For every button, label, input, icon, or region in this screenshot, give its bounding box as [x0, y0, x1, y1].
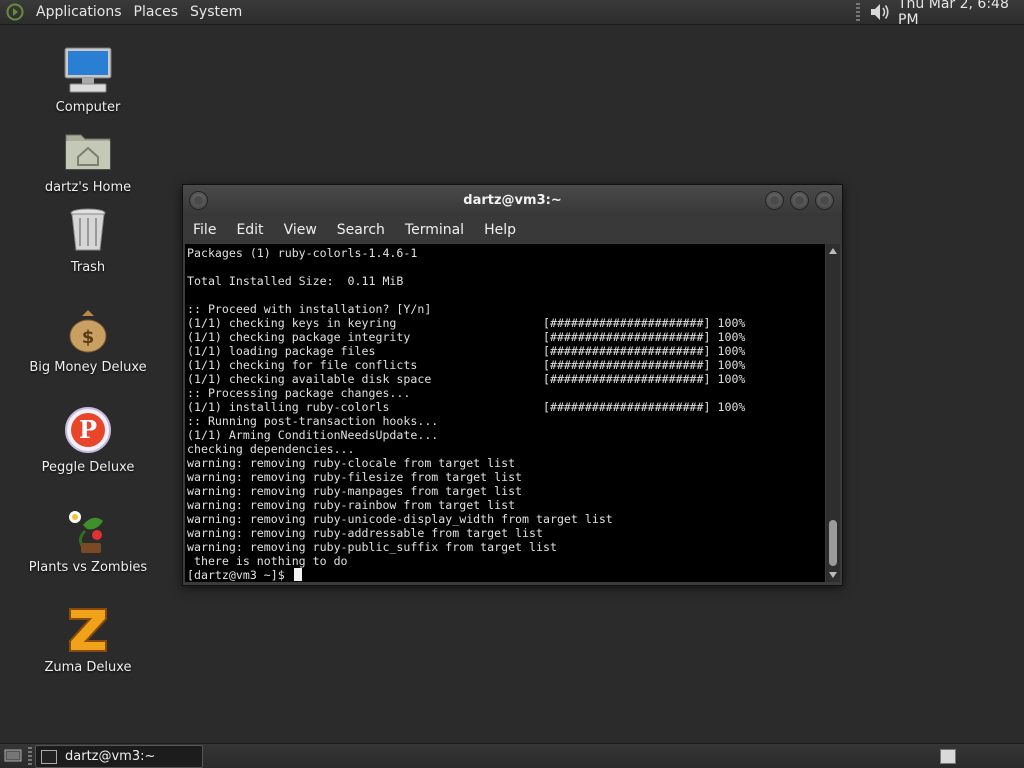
menu-terminal[interactable]: Terminal: [395, 222, 474, 238]
terminal-line: :: Running post-transaction hooks...: [187, 414, 439, 428]
terminal-line: Total Installed Size: 0.11 MiB: [187, 274, 404, 288]
terminal-line: warning: removing ruby-filesize from tar…: [187, 470, 523, 484]
menu-help[interactable]: Help: [474, 222, 526, 238]
terminal-line: warning: removing ruby-rainbow from targ…: [187, 498, 516, 512]
terminal-line: warning: removing ruby-manpages from tar…: [187, 484, 523, 498]
clock[interactable]: Thu Mar 2, 6:48 PM: [898, 0, 1020, 28]
desktop-icon-big-money[interactable]: $ Big Money Deluxe: [18, 304, 158, 375]
trash-icon: [62, 204, 114, 256]
title-bar[interactable]: dartz@vm3:~: [183, 185, 842, 216]
desktop-icon-trash[interactable]: Trash: [18, 204, 158, 275]
svg-text:$: $: [82, 327, 95, 348]
shell-prompt: [dartz@vm3 ~]$: [187, 568, 292, 582]
close-button[interactable]: [815, 191, 834, 210]
terminal-line: (1/1) installing ruby-colorls [#########…: [187, 400, 746, 414]
terminal-line: :: Processing package changes...: [187, 386, 411, 400]
desktop-icon-label: Peggle Deluxe: [41, 460, 135, 475]
desktop-icon-peggle[interactable]: P Peggle Deluxe: [18, 404, 158, 475]
terminal-icon: [41, 749, 57, 764]
desktop-icon-label: Computer: [55, 100, 121, 115]
desktop-icon-plants[interactable]: Plants vs Zombies: [18, 504, 158, 575]
terminal-line: (1/1) checking package integrity [######…: [187, 330, 746, 344]
scroll-up-icon[interactable]: [829, 248, 837, 254]
terminal-line: (1/1) Arming ConditionNeedsUpdate...: [187, 428, 439, 442]
terminal-line: (1/1) checking keys in keyring [########…: [187, 316, 746, 330]
terminal-line: :: Proceed with installation? [Y/n]: [187, 302, 432, 316]
desktop-icon-home[interactable]: dartz's Home: [18, 124, 158, 195]
terminal-output[interactable]: Packages (1) ruby-colorls-1.4.6-1 Total …: [185, 244, 825, 582]
scrollbar-thumb[interactable]: [829, 520, 837, 566]
terminal-menubar: File Edit View Search Terminal Help: [183, 216, 842, 244]
computer-icon: [62, 44, 114, 96]
menu-file[interactable]: File: [183, 222, 226, 238]
window-title: dartz@vm3:~: [463, 193, 562, 208]
desktop-icon-label: Trash: [70, 260, 106, 275]
minimize-button[interactable]: [765, 191, 784, 210]
terminal-line: warning: removing ruby-clocale from targ…: [187, 456, 516, 470]
terminal-line: warning: removing ruby-unicode-display_w…: [187, 512, 613, 526]
scrollbar[interactable]: [826, 244, 840, 582]
volume-icon[interactable]: [868, 1, 892, 23]
menu-view[interactable]: View: [274, 222, 327, 238]
menu-places[interactable]: Places: [128, 4, 185, 20]
desktop-icon-label: Big Money Deluxe: [29, 360, 147, 375]
terminal-text: Packages (1) ruby-colorls-1.4.6-1 Total …: [185, 244, 825, 582]
bottom-panel: dartz@vm3:~: [0, 743, 1024, 768]
desktop-icon-label: dartz's Home: [44, 180, 132, 195]
terminal-window[interactable]: dartz@vm3:~ File Edit View Search Termin…: [182, 184, 843, 586]
zuma-icon: [62, 604, 114, 656]
panel-handle[interactable]: [856, 3, 860, 21]
peggle-icon: P: [62, 404, 114, 456]
panel-handle[interactable]: [28, 747, 32, 765]
show-desktop-icon[interactable]: [4, 748, 22, 762]
window-menu-button[interactable]: [189, 191, 208, 210]
text-cursor: [293, 568, 302, 581]
desktop-icon-label: Plants vs Zombies: [28, 560, 148, 575]
desktop-icon-zuma[interactable]: Zuma Deluxe: [18, 604, 158, 675]
terminal-line: there is nothing to do: [193, 554, 348, 568]
distro-logo-icon[interactable]: [4, 1, 26, 23]
terminal-line: (1/1) checking for file conflicts [#####…: [187, 358, 746, 372]
taskbar-label: dartz@vm3:~: [65, 749, 156, 764]
workspace-switcher[interactable]: [940, 749, 956, 764]
home-folder-icon: [62, 124, 114, 176]
svg-text:P: P: [79, 415, 97, 444]
plants-icon: [62, 504, 114, 556]
terminal-line: warning: removing ruby-addressable from …: [187, 526, 543, 540]
menu-edit[interactable]: Edit: [226, 222, 273, 238]
menu-search[interactable]: Search: [327, 222, 395, 238]
taskbar-button-terminal[interactable]: dartz@vm3:~: [35, 745, 203, 768]
scroll-down-icon[interactable]: [829, 572, 837, 578]
desktop-icon-computer[interactable]: Computer: [18, 44, 158, 115]
menu-system[interactable]: System: [184, 4, 248, 20]
top-panel: Applications Places System Thu Mar 2, 6:…: [0, 0, 1024, 28]
terminal-line: checking dependencies...: [187, 442, 355, 456]
maximize-button[interactable]: [790, 191, 809, 210]
terminal-line: (1/1) checking available disk space [###…: [187, 372, 746, 386]
desktop-icon-label: Zuma Deluxe: [44, 660, 132, 675]
terminal-line: warning: removing ruby-public_suffix fro…: [187, 540, 557, 554]
money-bag-icon: $: [62, 304, 114, 356]
menu-applications[interactable]: Applications: [30, 4, 128, 20]
terminal-line: Packages (1) ruby-colorls-1.4.6-1: [187, 246, 418, 260]
terminal-line: (1/1) loading package files [###########…: [187, 344, 746, 358]
